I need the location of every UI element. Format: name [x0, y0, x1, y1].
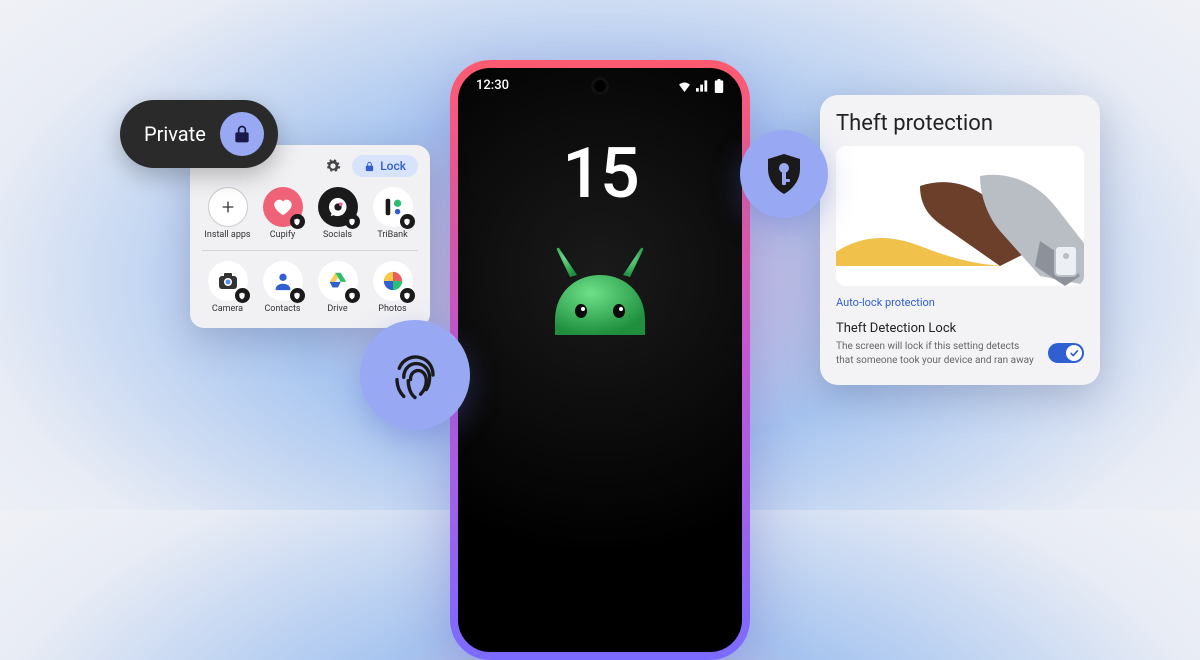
theft-subtitle: Theft Detection Lock — [836, 321, 1084, 336]
signal-icon — [696, 80, 710, 92]
shield-badge-icon — [290, 214, 305, 229]
theft-description: The screen will lock if this setting det… — [836, 340, 1036, 367]
shield-badge-icon — [400, 288, 415, 303]
check-icon — [1069, 348, 1079, 358]
tribank-icon — [373, 187, 413, 227]
shield-badge-icon — [290, 288, 305, 303]
app-camera[interactable]: Camera — [202, 261, 253, 314]
theft-illustration — [836, 146, 1084, 286]
cupify-icon — [263, 187, 303, 227]
drive-icon — [318, 261, 358, 301]
camera-hole — [594, 80, 606, 92]
gear-icon[interactable] — [322, 155, 344, 177]
app-install[interactable]: Install apps — [202, 187, 253, 240]
divider — [202, 250, 418, 251]
android-version: 15 — [458, 133, 742, 215]
lock-button[interactable]: Lock — [352, 155, 418, 177]
fingerprint-icon — [360, 320, 470, 430]
plus-icon — [208, 187, 248, 227]
shield-badge-icon — [235, 288, 250, 303]
theft-title: Theft protection — [836, 111, 1084, 136]
status-icons — [677, 79, 724, 93]
toggle-knob — [1066, 345, 1082, 361]
app-tribank[interactable]: TriBank — [367, 187, 418, 240]
shield-badge-icon — [400, 214, 415, 229]
theft-protection-card: Theft protection Auto-lock protection Th… — [820, 95, 1100, 385]
private-space-pill[interactable]: Private — [120, 100, 278, 168]
contacts-icon — [263, 261, 303, 301]
lock-icon — [364, 161, 375, 172]
private-apps-panel: Lock Install apps Cupify — [190, 145, 430, 328]
theft-toggle[interactable] — [1048, 343, 1084, 363]
status-time: 12:30 — [476, 78, 509, 93]
lock-button-label: Lock — [380, 159, 406, 173]
lock-icon — [220, 112, 264, 156]
phone-mock: 12:30 15 — [450, 60, 750, 660]
app-contacts[interactable]: Contacts — [257, 261, 308, 314]
app-photos[interactable]: Photos — [367, 261, 418, 314]
app-drive[interactable]: Drive — [312, 261, 363, 314]
phone-screen: 12:30 15 — [458, 68, 742, 652]
private-label: Private — [144, 122, 206, 146]
shield-badge-icon — [345, 214, 360, 229]
theft-link[interactable]: Auto-lock protection — [836, 296, 1084, 309]
app-socials[interactable]: Socials — [312, 187, 363, 240]
app-cupify[interactable]: Cupify — [257, 187, 308, 240]
wifi-icon — [677, 80, 692, 92]
camera-icon — [208, 261, 248, 301]
key-shield-icon — [740, 130, 828, 218]
photos-icon — [373, 261, 413, 301]
socials-icon — [318, 187, 358, 227]
shield-badge-icon — [345, 288, 360, 303]
android-head-icon — [458, 245, 742, 335]
battery-icon — [714, 79, 724, 93]
